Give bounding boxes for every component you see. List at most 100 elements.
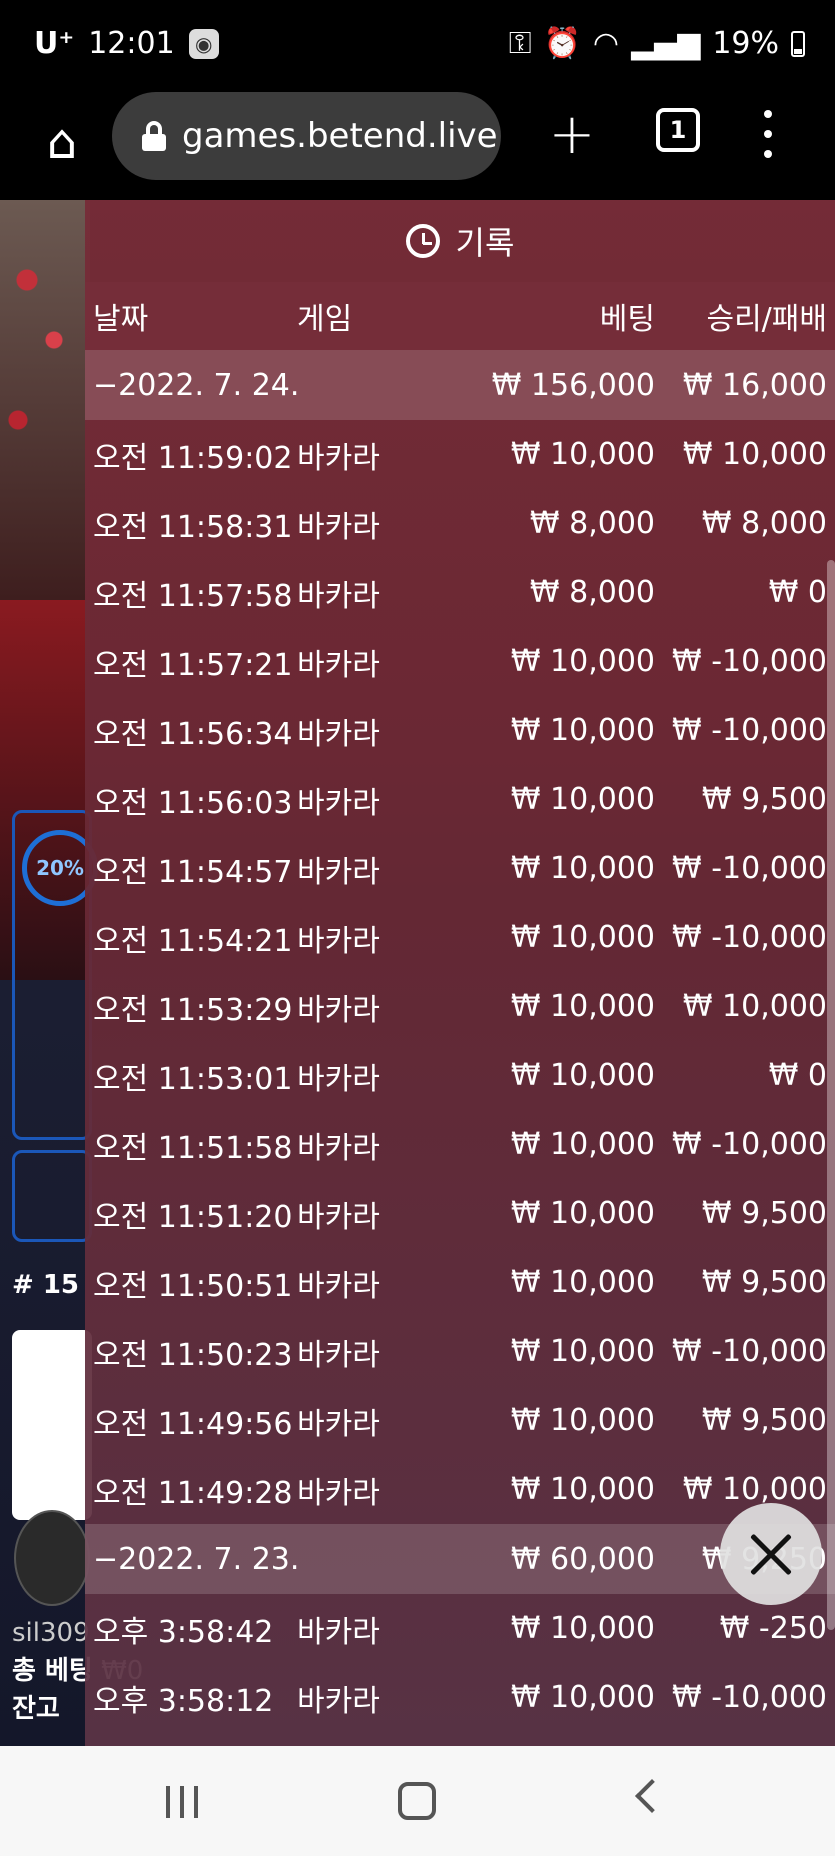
group-total-win: ₩ 16,000: [682, 367, 827, 403]
row-bet: ₩ 10,000: [510, 1611, 655, 1646]
group-date: −2022. 7. 24.: [93, 367, 300, 403]
url-text[interactable]: games.betend.live: [182, 116, 498, 156]
row-game: 바카라: [297, 923, 380, 959]
row-win-loss: ₩ -10,000: [672, 851, 827, 886]
group-date: −2022. 7. 23.: [93, 1541, 300, 1577]
round-number: # 15: [12, 1270, 80, 1300]
row-win-loss: ₩ 0: [768, 575, 827, 610]
date-group-row[interactable]: −2022. 7. 24. ₩ 156,000 ₩ 16,000: [85, 350, 835, 420]
history-row: 오전 11:51:20 바카라 ₩ 10,000 ₩ 9,500: [85, 1179, 835, 1248]
history-row: 오전 11:54:21 바카라 ₩ 10,000 ₩ -10,000: [85, 903, 835, 972]
new-tab-button[interactable]: +: [540, 102, 604, 167]
key-icon: ⚿: [508, 26, 532, 61]
back-icon[interactable]: [635, 1779, 669, 1813]
row-time: 오전 11:50:51: [93, 1268, 293, 1304]
system-nav-bar: [0, 1746, 835, 1856]
row-win-loss: ₩ 10,000: [682, 989, 827, 1024]
address-bar[interactable]: games.betend.live: [112, 92, 501, 180]
row-win-loss: ₩ 9,500: [701, 782, 827, 817]
row-game: 바카라: [297, 509, 380, 545]
row-game: 바카라: [297, 1337, 380, 1373]
history-title: 기록: [455, 224, 515, 262]
row-bet: ₩ 10,000: [510, 851, 655, 886]
chip-button[interactable]: [14, 1510, 90, 1606]
row-win-loss: ₩ 9,500: [701, 1403, 827, 1438]
history-header: 기록: [85, 200, 835, 282]
road-scoreboard[interactable]: [12, 1330, 92, 1520]
row-game: 바카라: [297, 1683, 380, 1719]
history-list[interactable]: −2022. 7. 24. ₩ 156,000 ₩ 16,000 오전 11:59:0…: [85, 350, 835, 1732]
row-win-loss: ₩ 10,000: [682, 1472, 827, 1507]
home-icon[interactable]: ⌂: [30, 110, 94, 174]
bet-area-secondary[interactable]: [12, 1150, 92, 1242]
history-row: 오전 11:53:29 바카라 ₩ 10,000 ₩ 10,000: [85, 972, 835, 1041]
close-button[interactable]: [720, 1503, 822, 1605]
row-win-loss: ₩ -10,000: [672, 1680, 827, 1715]
col-game: 게임: [297, 302, 353, 337]
row-time: 오전 11:49:28: [93, 1475, 293, 1511]
history-row: 오전 11:50:51 바카라 ₩ 10,000 ₩ 9,500: [85, 1248, 835, 1317]
history-row: 오전 11:57:21 바카라 ₩ 10,000 ₩ -10,000: [85, 627, 835, 696]
row-game: 바카라: [297, 440, 380, 476]
row-game: 바카라: [297, 1268, 380, 1304]
row-time: 오전 11:49:56: [93, 1406, 293, 1442]
row-bet: ₩ 10,000: [510, 1680, 655, 1715]
row-bet: ₩ 8,000: [529, 575, 655, 610]
row-win-loss: ₩ 10,000: [682, 437, 827, 472]
recents-icon[interactable]: [166, 1786, 198, 1818]
row-bet: ₩ 10,000: [510, 1127, 655, 1162]
row-time: 오전 11:58:31: [93, 509, 293, 545]
more-menu-icon[interactable]: [756, 104, 780, 164]
row-game: 바카라: [297, 854, 380, 890]
group-total-bet: ₩ 156,000: [491, 367, 655, 403]
signal-icon: ▂▄▆: [631, 26, 701, 61]
row-game: 바카라: [297, 1475, 380, 1511]
history-row: 오전 11:56:03 바카라 ₩ 10,000 ₩ 9,500: [85, 765, 835, 834]
row-win-loss: ₩ -10,000: [672, 713, 827, 748]
history-row: 오전 11:51:58 바카라 ₩ 10,000 ₩ -10,000: [85, 1110, 835, 1179]
history-row: 오후 3:58:42 바카라 ₩ 10,000 ₩ -250: [85, 1594, 835, 1663]
row-game: 바카라: [297, 1614, 380, 1650]
row-bet: ₩ 10,000: [510, 644, 655, 679]
col-win-loss: 승리/패배: [706, 302, 827, 337]
row-bet: ₩ 10,000: [510, 1196, 655, 1231]
history-row: 오전 11:57:58 바카라 ₩ 8,000 ₩ 0: [85, 558, 835, 627]
row-time: 오전 11:54:21: [93, 923, 293, 959]
row-bet: ₩ 10,000: [510, 989, 655, 1024]
row-time: 오전 11:57:58: [93, 578, 293, 614]
row-win-loss: ₩ -10,000: [672, 1127, 827, 1162]
row-win-loss: ₩ 0: [768, 1058, 827, 1093]
col-date: 날짜: [93, 302, 149, 337]
nav-home-icon[interactable]: [398, 1782, 436, 1820]
row-time: 오전 11:53:29: [93, 992, 293, 1028]
row-win-loss: ₩ 9,500: [701, 1265, 827, 1300]
row-bet: ₩ 10,000: [510, 782, 655, 817]
row-game: 바카라: [297, 1199, 380, 1235]
scrollbar[interactable]: [827, 560, 835, 1630]
row-bet: ₩ 8,000: [529, 506, 655, 541]
row-game: 바카라: [297, 785, 380, 821]
carrier-label: U⁺: [34, 26, 75, 61]
status-bar: U⁺ 12:01 ◉ ⚿ ⏰ ◠ ▂▄▆ 19%: [0, 0, 835, 92]
history-row: 오후 3:58:12 바카라 ₩ 10,000 ₩ -10,000: [85, 1663, 835, 1732]
row-bet: ₩ 10,000: [510, 713, 655, 748]
table-header: 날짜 게임 베팅 승리/패배: [85, 282, 835, 350]
row-game: 바카라: [297, 647, 380, 683]
row-time: 오전 11:56:34: [93, 716, 293, 752]
tab-switcher-button[interactable]: 1: [656, 108, 700, 152]
row-game: 바카라: [297, 716, 380, 752]
battery-icon: [791, 30, 805, 57]
col-bet: 베팅: [599, 302, 655, 337]
row-bet: ₩ 10,000: [510, 1334, 655, 1369]
row-time: 오전 11:50:23: [93, 1337, 293, 1373]
blossom-decoration: [0, 200, 90, 600]
row-win-loss: ₩ -10,000: [672, 920, 827, 955]
row-time: 오전 11:54:57: [93, 854, 293, 890]
row-bet: ₩ 10,000: [510, 437, 655, 472]
history-row: 오전 11:49:56 바카라 ₩ 10,000 ₩ 9,500: [85, 1386, 835, 1455]
browser-toolbar: ⌂ games.betend.live + 1: [0, 92, 835, 200]
row-time: 오전 11:53:01: [93, 1061, 293, 1097]
lock-icon[interactable]: [142, 121, 166, 151]
history-row: 오전 11:58:31 바카라 ₩ 8,000 ₩ 8,000: [85, 489, 835, 558]
row-time: 오전 11:57:21: [93, 647, 293, 683]
